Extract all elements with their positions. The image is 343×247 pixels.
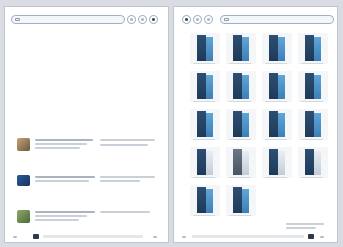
list-item-text: [100, 144, 148, 146]
product-thumbnail[interactable]: [298, 109, 328, 140]
tab-icon: [15, 18, 20, 21]
product-thumbnail[interactable]: [190, 71, 220, 102]
list-item-thumbnail[interactable]: [17, 210, 30, 223]
footer-marker: [320, 236, 324, 238]
product-thumbnail[interactable]: [190, 185, 220, 216]
list-item-thumbnail[interactable]: [17, 175, 30, 186]
product-thumbnail[interactable]: [262, 147, 292, 178]
product-thumbnail[interactable]: [298, 71, 328, 102]
list-item-text: [100, 211, 150, 213]
footer-logo: [308, 234, 314, 239]
product-thumbnail[interactable]: [190, 147, 220, 178]
footer-marker: [153, 236, 157, 238]
list-item-text: [100, 180, 140, 182]
footer-marker: [13, 236, 17, 238]
left-page: [4, 6, 169, 243]
product-thumbnail[interactable]: [226, 185, 256, 216]
two-page-spread: [0, 0, 343, 247]
list-item-title: [35, 176, 95, 178]
nav-circle-icon[interactable]: [182, 15, 191, 24]
nav-circle-icon[interactable]: [138, 15, 147, 24]
product-thumbnail[interactable]: [190, 33, 220, 64]
list-item-text: [35, 143, 87, 145]
list-item-text: [35, 215, 87, 217]
list-item-text: [100, 176, 155, 178]
product-thumbnail[interactable]: [262, 71, 292, 102]
product-thumbnail[interactable]: [226, 147, 256, 178]
nav-circle-icon[interactable]: [149, 15, 158, 24]
list-item-text: [35, 219, 79, 221]
right-page: [173, 6, 338, 243]
address-bar[interactable]: [11, 15, 125, 24]
footer-logo: [33, 234, 39, 239]
product-thumbnail[interactable]: [298, 33, 328, 64]
product-thumbnail[interactable]: [226, 71, 256, 102]
product-thumbnail[interactable]: [226, 109, 256, 140]
list-item-title: [35, 211, 95, 213]
footer-marker: [182, 236, 186, 238]
product-thumbnail[interactable]: [190, 109, 220, 140]
product-thumbnail[interactable]: [262, 109, 292, 140]
nav-circle-icon[interactable]: [127, 15, 136, 24]
list-item-title: [35, 139, 93, 141]
list-item-thumbnail[interactable]: [17, 138, 30, 151]
product-thumbnail[interactable]: [298, 147, 328, 178]
footer-bar: [192, 235, 304, 238]
product-thumbnail[interactable]: [262, 33, 292, 64]
nav-circle-icon[interactable]: [193, 15, 202, 24]
tab-icon: [224, 18, 229, 21]
product-thumbnail[interactable]: [226, 33, 256, 64]
nav-circle-icon[interactable]: [204, 15, 213, 24]
footer-bar: [43, 235, 143, 238]
list-item-text: [100, 139, 155, 141]
list-item-text: [35, 147, 80, 149]
list-item-text: [35, 180, 89, 182]
caption-text: [286, 227, 316, 229]
address-bar[interactable]: [220, 15, 334, 24]
caption-text: [286, 223, 324, 225]
